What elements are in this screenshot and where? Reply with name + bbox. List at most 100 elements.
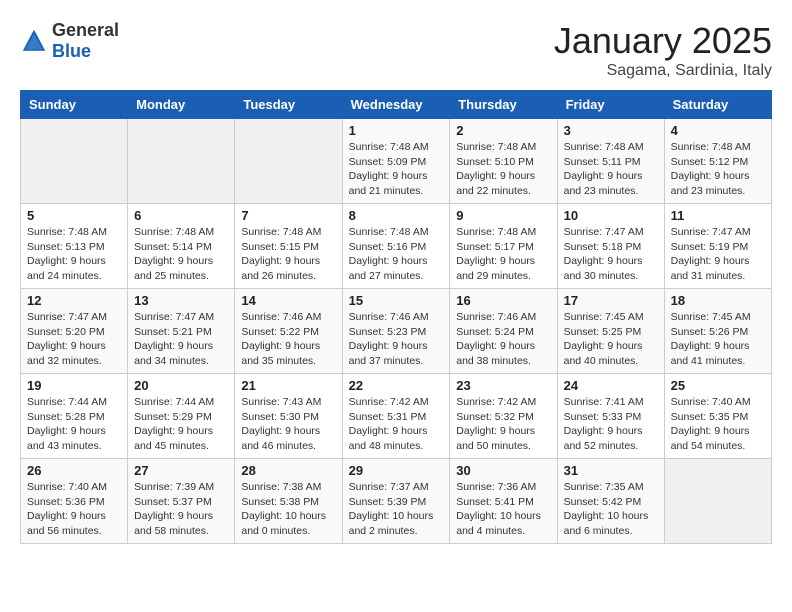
- day-info: Sunrise: 7:47 AMSunset: 5:21 PMDaylight:…: [134, 310, 228, 369]
- calendar-cell: 26 Sunrise: 7:40 AMSunset: 5:36 PMDaylig…: [21, 459, 128, 544]
- day-number: 8: [349, 208, 444, 223]
- calendar-cell: 8 Sunrise: 7:48 AMSunset: 5:16 PMDayligh…: [342, 204, 450, 289]
- day-info: Sunrise: 7:48 AMSunset: 5:12 PMDaylight:…: [671, 140, 765, 199]
- day-info: Sunrise: 7:48 AMSunset: 5:15 PMDaylight:…: [241, 225, 335, 284]
- calendar-cell: 9 Sunrise: 7:48 AMSunset: 5:17 PMDayligh…: [450, 204, 557, 289]
- weekday-header: Wednesday: [342, 91, 450, 119]
- day-number: 10: [564, 208, 658, 223]
- day-info: Sunrise: 7:39 AMSunset: 5:37 PMDaylight:…: [134, 480, 228, 539]
- calendar-cell: [128, 119, 235, 204]
- day-info: Sunrise: 7:36 AMSunset: 5:41 PMDaylight:…: [456, 480, 550, 539]
- day-info: Sunrise: 7:47 AMSunset: 5:20 PMDaylight:…: [27, 310, 121, 369]
- day-info: Sunrise: 7:48 AMSunset: 5:09 PMDaylight:…: [349, 140, 444, 199]
- day-number: 3: [564, 123, 658, 138]
- weekday-header: Saturday: [664, 91, 771, 119]
- day-number: 19: [27, 378, 121, 393]
- weekday-header: Thursday: [450, 91, 557, 119]
- calendar-cell: 4 Sunrise: 7:48 AMSunset: 5:12 PMDayligh…: [664, 119, 771, 204]
- calendar-cell: 7 Sunrise: 7:48 AMSunset: 5:15 PMDayligh…: [235, 204, 342, 289]
- day-info: Sunrise: 7:48 AMSunset: 5:13 PMDaylight:…: [27, 225, 121, 284]
- weekday-header: Friday: [557, 91, 664, 119]
- day-number: 18: [671, 293, 765, 308]
- logo-icon: [20, 27, 48, 55]
- day-info: Sunrise: 7:48 AMSunset: 5:14 PMDaylight:…: [134, 225, 228, 284]
- weekday-header: Monday: [128, 91, 235, 119]
- day-info: Sunrise: 7:35 AMSunset: 5:42 PMDaylight:…: [564, 480, 658, 539]
- day-info: Sunrise: 7:48 AMSunset: 5:11 PMDaylight:…: [564, 140, 658, 199]
- calendar-cell: 16 Sunrise: 7:46 AMSunset: 5:24 PMDaylig…: [450, 289, 557, 374]
- calendar-week-row: 5 Sunrise: 7:48 AMSunset: 5:13 PMDayligh…: [21, 204, 772, 289]
- day-info: Sunrise: 7:43 AMSunset: 5:30 PMDaylight:…: [241, 395, 335, 454]
- day-info: Sunrise: 7:48 AMSunset: 5:17 PMDaylight:…: [456, 225, 550, 284]
- day-info: Sunrise: 7:45 AMSunset: 5:26 PMDaylight:…: [671, 310, 765, 369]
- day-info: Sunrise: 7:46 AMSunset: 5:23 PMDaylight:…: [349, 310, 444, 369]
- calendar-cell: 10 Sunrise: 7:47 AMSunset: 5:18 PMDaylig…: [557, 204, 664, 289]
- day-number: 14: [241, 293, 335, 308]
- day-number: 16: [456, 293, 550, 308]
- day-number: 24: [564, 378, 658, 393]
- day-info: Sunrise: 7:37 AMSunset: 5:39 PMDaylight:…: [349, 480, 444, 539]
- calendar-cell: 30 Sunrise: 7:36 AMSunset: 5:41 PMDaylig…: [450, 459, 557, 544]
- calendar-cell: 11 Sunrise: 7:47 AMSunset: 5:19 PMDaylig…: [664, 204, 771, 289]
- day-number: 23: [456, 378, 550, 393]
- day-number: 22: [349, 378, 444, 393]
- calendar-cell: 25 Sunrise: 7:40 AMSunset: 5:35 PMDaylig…: [664, 374, 771, 459]
- calendar-cell: 19 Sunrise: 7:44 AMSunset: 5:28 PMDaylig…: [21, 374, 128, 459]
- day-info: Sunrise: 7:48 AMSunset: 5:10 PMDaylight:…: [456, 140, 550, 199]
- day-number: 5: [27, 208, 121, 223]
- day-info: Sunrise: 7:38 AMSunset: 5:38 PMDaylight:…: [241, 480, 335, 539]
- day-number: 9: [456, 208, 550, 223]
- calendar-cell: 3 Sunrise: 7:48 AMSunset: 5:11 PMDayligh…: [557, 119, 664, 204]
- day-info: Sunrise: 7:45 AMSunset: 5:25 PMDaylight:…: [564, 310, 658, 369]
- day-number: 30: [456, 463, 550, 478]
- logo: General Blue: [20, 20, 119, 62]
- logo-text-blue: Blue: [52, 41, 91, 61]
- calendar-week-row: 1 Sunrise: 7:48 AMSunset: 5:09 PMDayligh…: [21, 119, 772, 204]
- day-number: 25: [671, 378, 765, 393]
- calendar-cell: 21 Sunrise: 7:43 AMSunset: 5:30 PMDaylig…: [235, 374, 342, 459]
- day-number: 6: [134, 208, 228, 223]
- day-info: Sunrise: 7:41 AMSunset: 5:33 PMDaylight:…: [564, 395, 658, 454]
- calendar-cell: 13 Sunrise: 7:47 AMSunset: 5:21 PMDaylig…: [128, 289, 235, 374]
- calendar-cell: [664, 459, 771, 544]
- calendar-cell: 27 Sunrise: 7:39 AMSunset: 5:37 PMDaylig…: [128, 459, 235, 544]
- calendar-cell: 23 Sunrise: 7:42 AMSunset: 5:32 PMDaylig…: [450, 374, 557, 459]
- calendar-cell: 29 Sunrise: 7:37 AMSunset: 5:39 PMDaylig…: [342, 459, 450, 544]
- day-number: 26: [27, 463, 121, 478]
- day-info: Sunrise: 7:44 AMSunset: 5:28 PMDaylight:…: [27, 395, 121, 454]
- day-info: Sunrise: 7:47 AMSunset: 5:18 PMDaylight:…: [564, 225, 658, 284]
- page-header: General Blue January 2025 Sagama, Sardin…: [20, 20, 772, 80]
- day-number: 29: [349, 463, 444, 478]
- calendar-cell: 15 Sunrise: 7:46 AMSunset: 5:23 PMDaylig…: [342, 289, 450, 374]
- day-info: Sunrise: 7:46 AMSunset: 5:24 PMDaylight:…: [456, 310, 550, 369]
- calendar-cell: [235, 119, 342, 204]
- weekday-header-row: SundayMondayTuesdayWednesdayThursdayFrid…: [21, 91, 772, 119]
- day-info: Sunrise: 7:48 AMSunset: 5:16 PMDaylight:…: [349, 225, 444, 284]
- day-info: Sunrise: 7:47 AMSunset: 5:19 PMDaylight:…: [671, 225, 765, 284]
- day-number: 28: [241, 463, 335, 478]
- logo-text-general: General: [52, 20, 119, 40]
- calendar-cell: 31 Sunrise: 7:35 AMSunset: 5:42 PMDaylig…: [557, 459, 664, 544]
- calendar-cell: 12 Sunrise: 7:47 AMSunset: 5:20 PMDaylig…: [21, 289, 128, 374]
- day-number: 7: [241, 208, 335, 223]
- calendar-cell: 20 Sunrise: 7:44 AMSunset: 5:29 PMDaylig…: [128, 374, 235, 459]
- day-info: Sunrise: 7:46 AMSunset: 5:22 PMDaylight:…: [241, 310, 335, 369]
- day-number: 11: [671, 208, 765, 223]
- calendar-cell: 2 Sunrise: 7:48 AMSunset: 5:10 PMDayligh…: [450, 119, 557, 204]
- calendar-cell: 28 Sunrise: 7:38 AMSunset: 5:38 PMDaylig…: [235, 459, 342, 544]
- calendar-week-row: 19 Sunrise: 7:44 AMSunset: 5:28 PMDaylig…: [21, 374, 772, 459]
- calendar-cell: 22 Sunrise: 7:42 AMSunset: 5:31 PMDaylig…: [342, 374, 450, 459]
- month-title: January 2025: [554, 20, 772, 62]
- title-area: January 2025 Sagama, Sardinia, Italy: [554, 20, 772, 80]
- weekday-header: Sunday: [21, 91, 128, 119]
- location-title: Sagama, Sardinia, Italy: [554, 62, 772, 80]
- day-number: 17: [564, 293, 658, 308]
- day-info: Sunrise: 7:42 AMSunset: 5:32 PMDaylight:…: [456, 395, 550, 454]
- calendar-cell: 14 Sunrise: 7:46 AMSunset: 5:22 PMDaylig…: [235, 289, 342, 374]
- day-number: 31: [564, 463, 658, 478]
- calendar-cell: 1 Sunrise: 7:48 AMSunset: 5:09 PMDayligh…: [342, 119, 450, 204]
- calendar-cell: 24 Sunrise: 7:41 AMSunset: 5:33 PMDaylig…: [557, 374, 664, 459]
- day-info: Sunrise: 7:40 AMSunset: 5:36 PMDaylight:…: [27, 480, 121, 539]
- day-number: 21: [241, 378, 335, 393]
- calendar-cell: 6 Sunrise: 7:48 AMSunset: 5:14 PMDayligh…: [128, 204, 235, 289]
